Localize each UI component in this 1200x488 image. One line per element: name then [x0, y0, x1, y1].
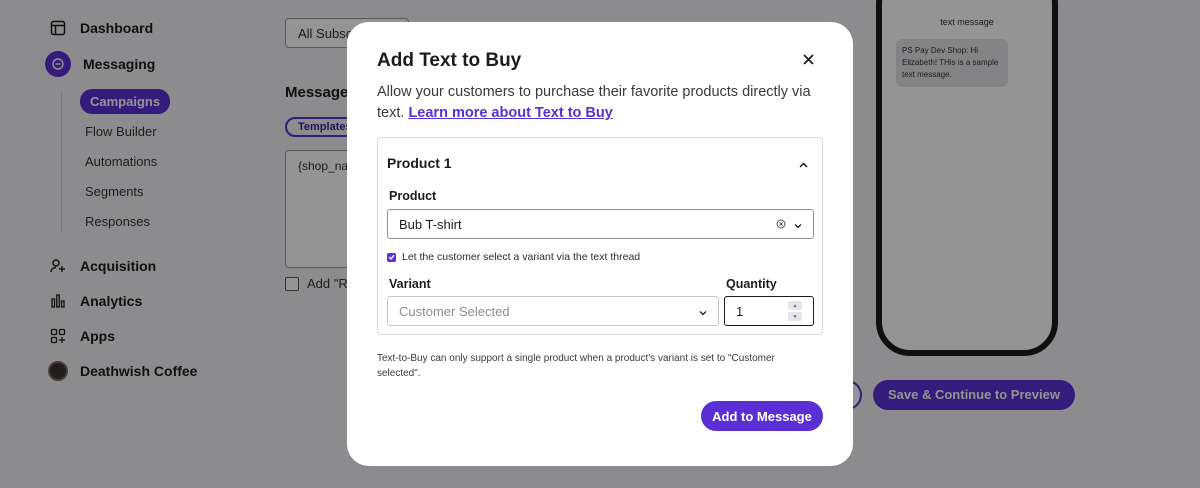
- quantity-stepper[interactable]: 1 ▲ ▼: [724, 296, 814, 326]
- product-value: Bub T-shirt: [399, 216, 462, 232]
- chevron-down-icon[interactable]: [699, 304, 707, 319]
- close-button[interactable]: [799, 52, 817, 70]
- variant-selection-checkbox[interactable]: Let the customer select a variant via th…: [387, 251, 640, 263]
- quantity-label: Quantity: [726, 277, 777, 291]
- product-card: Product 1 Product Bub T-shirt Let the cu…: [377, 137, 823, 335]
- close-icon: [802, 52, 814, 70]
- modal-title: Add Text to Buy: [377, 50, 522, 71]
- increment-icon[interactable]: ▲: [788, 301, 802, 310]
- add-to-message-button[interactable]: Add to Message: [701, 401, 823, 431]
- chevron-up-icon: [798, 155, 808, 173]
- add-text-to-buy-modal: Add Text to Buy Allow your customers to …: [347, 22, 853, 466]
- product-select[interactable]: Bub T-shirt: [387, 209, 814, 239]
- decrement-icon[interactable]: ▼: [788, 312, 802, 321]
- checkbox-checked[interactable]: [387, 252, 396, 262]
- variant-select[interactable]: Customer Selected: [387, 296, 719, 326]
- checkbox-label: Let the customer select a variant via th…: [402, 251, 641, 263]
- variant-placeholder: Customer Selected: [399, 303, 510, 319]
- product-section-title: Product 1: [387, 155, 452, 171]
- collapse-button[interactable]: [795, 156, 811, 172]
- chevron-down-icon[interactable]: [794, 217, 802, 232]
- footnote-text: Text-to-Buy can only support a single pr…: [377, 353, 775, 379]
- learn-more-link[interactable]: Learn more about Text to Buy: [408, 105, 612, 121]
- product-label: Product: [389, 189, 437, 203]
- quantity-value: 1: [736, 303, 744, 319]
- clear-icon[interactable]: [776, 217, 786, 232]
- modal-description: Allow your customers to purchase their f…: [377, 82, 827, 124]
- variant-label: Variant: [389, 277, 431, 291]
